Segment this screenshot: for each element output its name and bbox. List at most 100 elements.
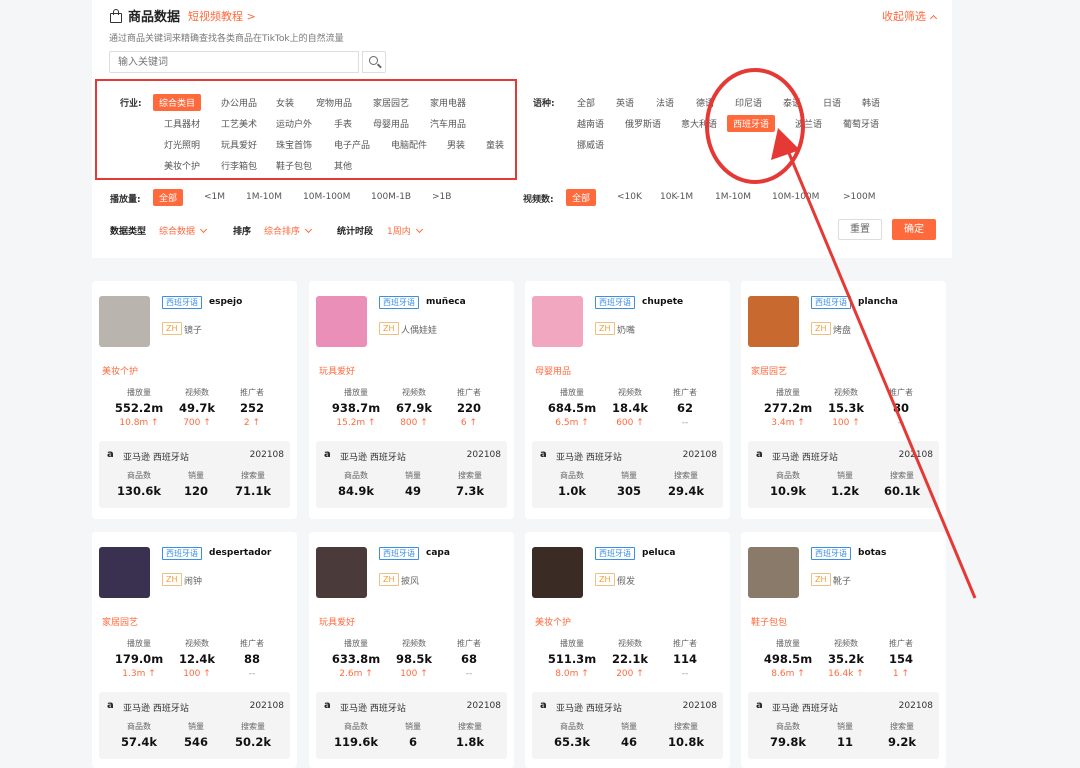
language-tag[interactable]: 越南语 — [577, 117, 604, 130]
plays-tag[interactable]: 1M-10M — [246, 192, 282, 202]
videos-tag[interactable]: >100M — [843, 192, 875, 202]
stat-value: 88 — [243, 652, 260, 666]
industry-tag[interactable]: 玩具爱好 — [221, 138, 257, 151]
keyword[interactable]: plancha — [858, 297, 898, 307]
confirm-button[interactable]: 确定 — [892, 219, 936, 240]
industry-tag[interactable]: 电子产品 — [334, 138, 370, 151]
industry-tag[interactable]: 家居园艺 — [373, 96, 409, 109]
language-tag[interactable]: 法语 — [656, 96, 674, 109]
industry-tag[interactable]: 行李箱包 — [221, 159, 257, 172]
videos-stat: 视频数 98.5k 100 ↑ — [384, 638, 444, 679]
keyword[interactable]: botas — [858, 548, 886, 558]
language-tag[interactable]: 日语 — [823, 96, 841, 109]
industry-tag[interactable]: 工艺美术 — [221, 117, 257, 130]
industry-tag[interactable]: 男装 — [447, 138, 465, 151]
plays-tag[interactable]: 10M-100M — [303, 192, 350, 202]
product-thumbnail[interactable] — [316, 296, 367, 347]
industry-tag[interactable]: 母婴用品 — [373, 117, 409, 130]
product-card[interactable]: 西班牙语 muñeca ZH 人偶娃娃 玩具爱好 播放量 938.7m 15.2… — [309, 281, 514, 519]
period-select[interactable]: 1周内 — [387, 224, 423, 237]
product-card[interactable]: 西班牙语 despertador ZH 闹钟 家居园艺 播放量 179.0m 1… — [92, 532, 297, 768]
keyword[interactable]: capa — [426, 548, 450, 558]
industry-tag[interactable]: 宠物用品 — [316, 96, 352, 109]
language-tag[interactable]: 波兰语 — [795, 117, 822, 130]
language-tag[interactable]: 德语 — [696, 96, 714, 109]
product-thumbnail[interactable] — [316, 547, 367, 598]
product-thumbnail[interactable] — [748, 296, 799, 347]
language-tag[interactable]: 意大利语 — [681, 117, 717, 130]
videos-tag[interactable]: 10M-100M — [772, 192, 819, 202]
language-tag[interactable]: 葡萄牙语 — [843, 117, 879, 130]
videos-tag[interactable]: 全部 — [566, 189, 597, 206]
plays-tag[interactable]: <1M — [204, 192, 225, 202]
industry-tag[interactable]: 童装 — [486, 138, 504, 151]
product-card[interactable]: 西班牙语 plancha ZH 烤盘 家居园艺 播放量 277.2m 3.4m … — [741, 281, 946, 519]
language-tag[interactable]: 挪威语 — [577, 138, 604, 151]
stat-label: 推广者 — [673, 388, 697, 397]
videos-tag[interactable]: 10K-1M — [660, 192, 693, 202]
amazon-store: 亚马逊 西班牙站 — [340, 704, 406, 714]
language-tag[interactable]: 印尼语 — [735, 96, 762, 109]
industry-tag[interactable]: 家用电器 — [430, 96, 466, 109]
industry-tag[interactable]: 鞋子包包 — [276, 159, 312, 172]
keyword[interactable]: chupete — [642, 297, 683, 307]
language-tag[interactable]: 俄罗斯语 — [625, 117, 661, 130]
keyword[interactable]: peluca — [642, 548, 675, 558]
stat-label: 视频数 — [834, 639, 858, 648]
industry-tag[interactable]: 美妆个护 — [164, 159, 200, 172]
industry-tag[interactable]: 电脑配件 — [391, 138, 427, 151]
reset-button[interactable]: 重置 — [838, 219, 882, 240]
industry-tag[interactable]: 珠宝首饰 — [276, 138, 312, 151]
videos-tag[interactable]: 1M-10M — [715, 192, 751, 202]
product-card[interactable]: 西班牙语 chupete ZH 奶嘴 母婴用品 播放量 684.5m 6.5m … — [525, 281, 730, 519]
language-tag[interactable]: 全部 — [577, 96, 595, 109]
industry-tag[interactable]: 综合类目 — [153, 94, 202, 111]
language-tag[interactable]: 西班牙语 — [727, 115, 776, 132]
plays-tag[interactable]: 全部 — [153, 189, 184, 206]
stat-value: 305 — [616, 484, 641, 498]
search-input[interactable] — [109, 51, 359, 73]
industry-tag[interactable]: 工具器材 — [164, 117, 200, 130]
industry-tag[interactable]: 运动户外 — [276, 117, 312, 130]
industry-tag[interactable]: 其他 — [334, 159, 352, 172]
category-label: 美妆个护 — [102, 367, 139, 377]
product-card[interactable]: 西班牙语 espejo ZH 镜子 美妆个护 播放量 552.2m 10.8m … — [92, 281, 297, 519]
plays-tag[interactable]: 100M-1B — [371, 192, 411, 202]
product-thumbnail[interactable] — [748, 547, 799, 598]
stat-value: 546 — [183, 735, 208, 749]
language-tag[interactable]: 泰语 — [783, 96, 801, 109]
amazon-store: 亚马逊 西班牙站 — [556, 453, 622, 463]
keyword[interactable]: espejo — [209, 297, 242, 307]
language-tag[interactable]: 韩语 — [862, 96, 880, 109]
sort-select[interactable]: 综合排序 — [264, 224, 313, 237]
industry-tag[interactable]: 汽车用品 — [430, 117, 466, 130]
products-stat: 商品数 57.4k — [109, 721, 169, 749]
industry-tag[interactable]: 办公用品 — [221, 96, 257, 109]
zh-badge: ZH — [811, 573, 831, 586]
industry-tag[interactable]: 灯光照明 — [164, 138, 200, 151]
product-thumbnail[interactable] — [99, 296, 150, 347]
amazon-icon: a — [540, 449, 547, 460]
stat-label: 商品数 — [560, 722, 584, 731]
tutorial-link[interactable]: 短视频教程 > — [188, 8, 256, 24]
keyword[interactable]: muñeca — [426, 297, 466, 307]
product-thumbnail[interactable] — [99, 547, 150, 598]
amazon-date: 202108 — [249, 450, 284, 460]
stat-value: 98.5k — [395, 652, 433, 666]
search-button[interactable] — [362, 51, 386, 73]
plays-tag[interactable]: >1B — [432, 192, 451, 202]
data-type-select[interactable]: 综合数据 — [159, 224, 208, 237]
product-card[interactable]: 西班牙语 capa ZH 披风 玩具爱好 播放量 633.8m 2.6m ↑ 视… — [309, 532, 514, 768]
language-tag[interactable]: 英语 — [616, 96, 634, 109]
videos-tag[interactable]: <10K — [617, 192, 642, 202]
amazon-store: 亚马逊 西班牙站 — [123, 453, 189, 463]
product-thumbnail[interactable] — [532, 296, 583, 347]
product-card[interactable]: 西班牙语 botas ZH 靴子 鞋子包包 播放量 498.5m 8.6m ↑ … — [741, 532, 946, 768]
stat-label: 商品数 — [344, 471, 368, 480]
industry-tag[interactable]: 手表 — [334, 117, 352, 130]
product-thumbnail[interactable] — [532, 547, 583, 598]
collapse-filter-button[interactable]: 收起筛选 — [882, 8, 938, 24]
product-card[interactable]: 西班牙语 peluca ZH 假发 美妆个护 播放量 511.3m 8.0m ↑… — [525, 532, 730, 768]
keyword[interactable]: despertador — [209, 548, 271, 558]
industry-tag[interactable]: 女装 — [276, 96, 294, 109]
